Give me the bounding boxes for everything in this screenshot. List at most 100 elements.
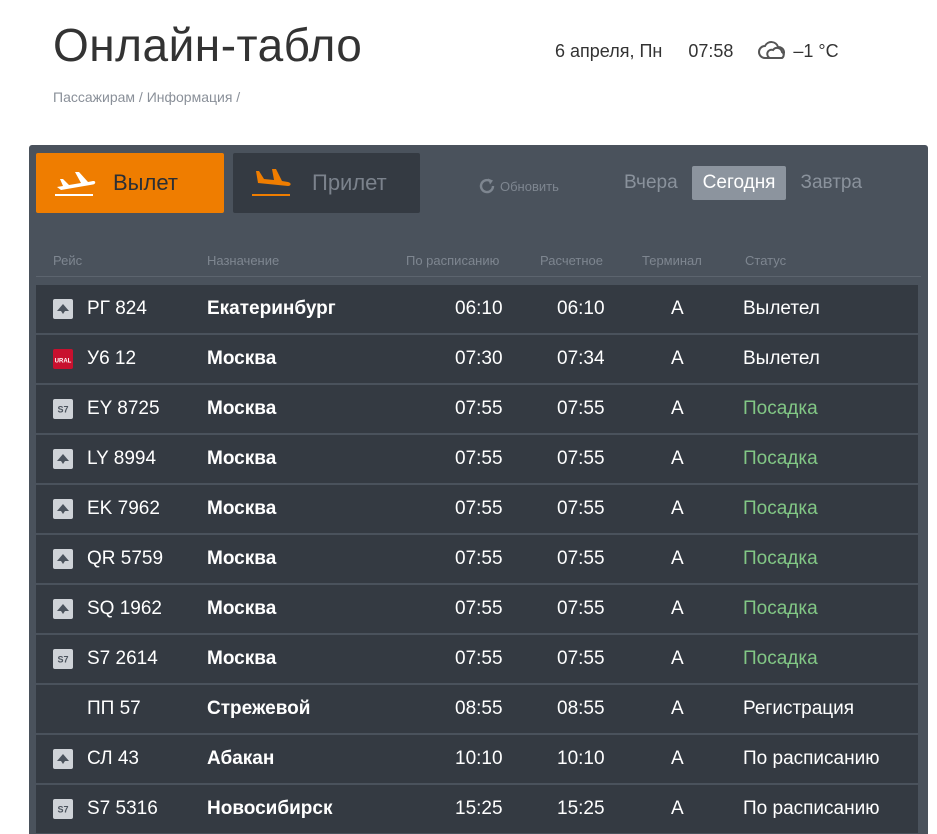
terminal: A: [671, 348, 684, 369]
destination: Москва: [207, 548, 277, 569]
flight-status: Посадка: [743, 448, 818, 469]
arrival-tab[interactable]: Прилет: [233, 153, 420, 213]
estimated-time: 07:55: [557, 448, 605, 469]
terminal: A: [671, 698, 684, 719]
emirates-logo: [53, 499, 73, 519]
estimated-time: 15:25: [557, 798, 605, 819]
flight-status: Вылетел: [743, 298, 820, 319]
flight-row[interactable]: SQ 1962 Москва 07:55 07:55 A Посадка: [36, 585, 918, 633]
column-headers: Рейс Назначение По расписанию Расчетное …: [29, 253, 928, 277]
estimated-time: 07:55: [557, 548, 605, 569]
col-terminal: Терминал: [642, 253, 702, 268]
flight-row[interactable]: РГ 824 Екатеринбург 06:10 06:10 A Вылетел: [36, 285, 918, 333]
flight-number: S7 5316: [87, 798, 158, 819]
estimated-time: 07:34: [557, 348, 605, 369]
estimated-time: 07:55: [557, 648, 605, 669]
flight-number: EY 8725: [87, 398, 160, 419]
destination: Стрежевой: [207, 698, 311, 719]
flight-list: РГ 824 Екатеринбург 06:10 06:10 A Вылетел URAL…: [36, 285, 918, 834]
breadcrumb-item-information[interactable]: Информация: [147, 89, 233, 105]
flight-row[interactable]: S7 S7 5316 Новосибирск 15:25 15:25 A По распис…: [36, 785, 918, 833]
flight-status: Посадка: [743, 548, 818, 569]
flight-row[interactable]: S7 EY 8725 Москва 07:55 07:55 A Посадка: [36, 385, 918, 433]
page-title: Онлайн-табло: [53, 19, 363, 71]
terminal: A: [671, 398, 684, 419]
flight-row[interactable]: QR 5759 Москва 07:55 07:55 A Посадка: [36, 535, 918, 583]
scheduled-time: 07:55: [455, 398, 503, 419]
flight-number: EK 7962: [87, 498, 160, 519]
flight-number: SQ 1962: [87, 598, 162, 619]
flight-number: LY 8994: [87, 448, 157, 469]
arrival-plane-icon: [250, 167, 294, 199]
s7-logo: S7: [53, 799, 73, 819]
departure-plane-icon: [53, 167, 97, 199]
col-scheduled: По расписанию: [406, 253, 500, 268]
departure-label: Вылет: [113, 170, 178, 195]
breadcrumb-separator: /: [135, 89, 147, 105]
col-estimated: Расчетное: [540, 253, 603, 268]
destination: Москва: [207, 498, 277, 519]
tab-yesterday[interactable]: Вчера: [613, 166, 689, 200]
estimated-time: 06:10: [557, 298, 605, 319]
terminal: A: [671, 648, 684, 669]
flight-row[interactable]: ПП 57 Стрежевой 08:55 08:55 A Регистрация: [36, 685, 918, 733]
flight-board: Вылет Прилет Обновить Вчера Сегодня Завт…: [29, 145, 928, 834]
flight-row[interactable]: EK 7962 Москва 07:55 07:55 A Посадка: [36, 485, 918, 533]
flight-number: РГ 824: [87, 298, 147, 319]
flight-row[interactable]: S7 S7 2614 Москва 07:55 07:55 A Посадка: [36, 635, 918, 683]
scheduled-time: 07:30: [455, 348, 503, 369]
logo-text: URAL: [55, 359, 72, 365]
terminal: A: [671, 598, 684, 619]
breadcrumb-separator: /: [232, 89, 241, 105]
terminal: A: [671, 498, 684, 519]
day-tabs: Вчера Сегодня Завтра: [613, 166, 876, 200]
flight-status: Посадка: [743, 498, 818, 519]
arrival-label: Прилет: [312, 170, 387, 195]
flight-number: СЛ 43: [87, 748, 139, 769]
terminal: A: [671, 298, 684, 319]
estimated-time: 07:55: [557, 598, 605, 619]
airline-logo-gray: [53, 299, 73, 319]
s7-logo: S7: [53, 399, 73, 419]
cloud-icon: [757, 40, 787, 62]
flight-number: У6 12: [87, 348, 137, 369]
departure-tab[interactable]: Вылет: [36, 153, 224, 213]
destination: Новосибирск: [207, 798, 333, 819]
s7-logo: S7: [53, 649, 73, 669]
flight-status: По расписанию: [743, 748, 880, 769]
col-destination: Назначение: [207, 253, 280, 268]
destination: Москва: [207, 448, 277, 469]
flight-row[interactable]: LY 8994 Москва 07:55 07:55 A Посадка: [36, 435, 918, 483]
flight-status: Вылетел: [743, 348, 820, 369]
qatar-logo: [53, 549, 73, 569]
scheduled-time: 07:55: [455, 448, 503, 469]
estimated-time: 10:10: [557, 748, 605, 769]
tab-tomorrow[interactable]: Завтра: [789, 166, 873, 200]
estimated-time: 07:55: [557, 398, 605, 419]
tab-today[interactable]: Сегодня: [691, 166, 787, 200]
flight-row[interactable]: URAL У6 12 Москва 07:30 07:34 A Вылетел: [36, 335, 918, 383]
flight-number: QR 5759: [87, 548, 164, 569]
destination: Москва: [207, 348, 277, 369]
temperature: –1 °C: [793, 40, 839, 61]
flight-row[interactable]: СЛ 43 Абакан 10:10 10:10 A По расписанию: [36, 735, 918, 783]
col-status: Статус: [745, 253, 787, 268]
header-divider: [36, 276, 921, 277]
breadcrumb: Пассажирам / Информация /: [53, 89, 240, 105]
flight-status: Посадка: [743, 648, 818, 669]
refresh-button[interactable]: Обновить: [478, 177, 559, 195]
flight-status: По расписанию: [743, 798, 880, 819]
singapore-logo: [53, 599, 73, 619]
destination: Абакан: [207, 748, 275, 769]
terminal: A: [671, 798, 684, 819]
flight-status: Посадка: [743, 398, 818, 419]
scheduled-time: 10:10: [455, 748, 503, 769]
breadcrumb-item-passengers[interactable]: Пассажирам: [53, 89, 135, 105]
refresh-icon: [479, 178, 495, 194]
logo-text: S7: [57, 805, 68, 815]
destination: Екатеринбург: [207, 298, 336, 319]
destination: Москва: [207, 398, 277, 419]
siberia-light-logo: [53, 749, 73, 769]
estimated-time: 08:55: [557, 698, 605, 719]
logo-text: S7: [57, 405, 68, 415]
